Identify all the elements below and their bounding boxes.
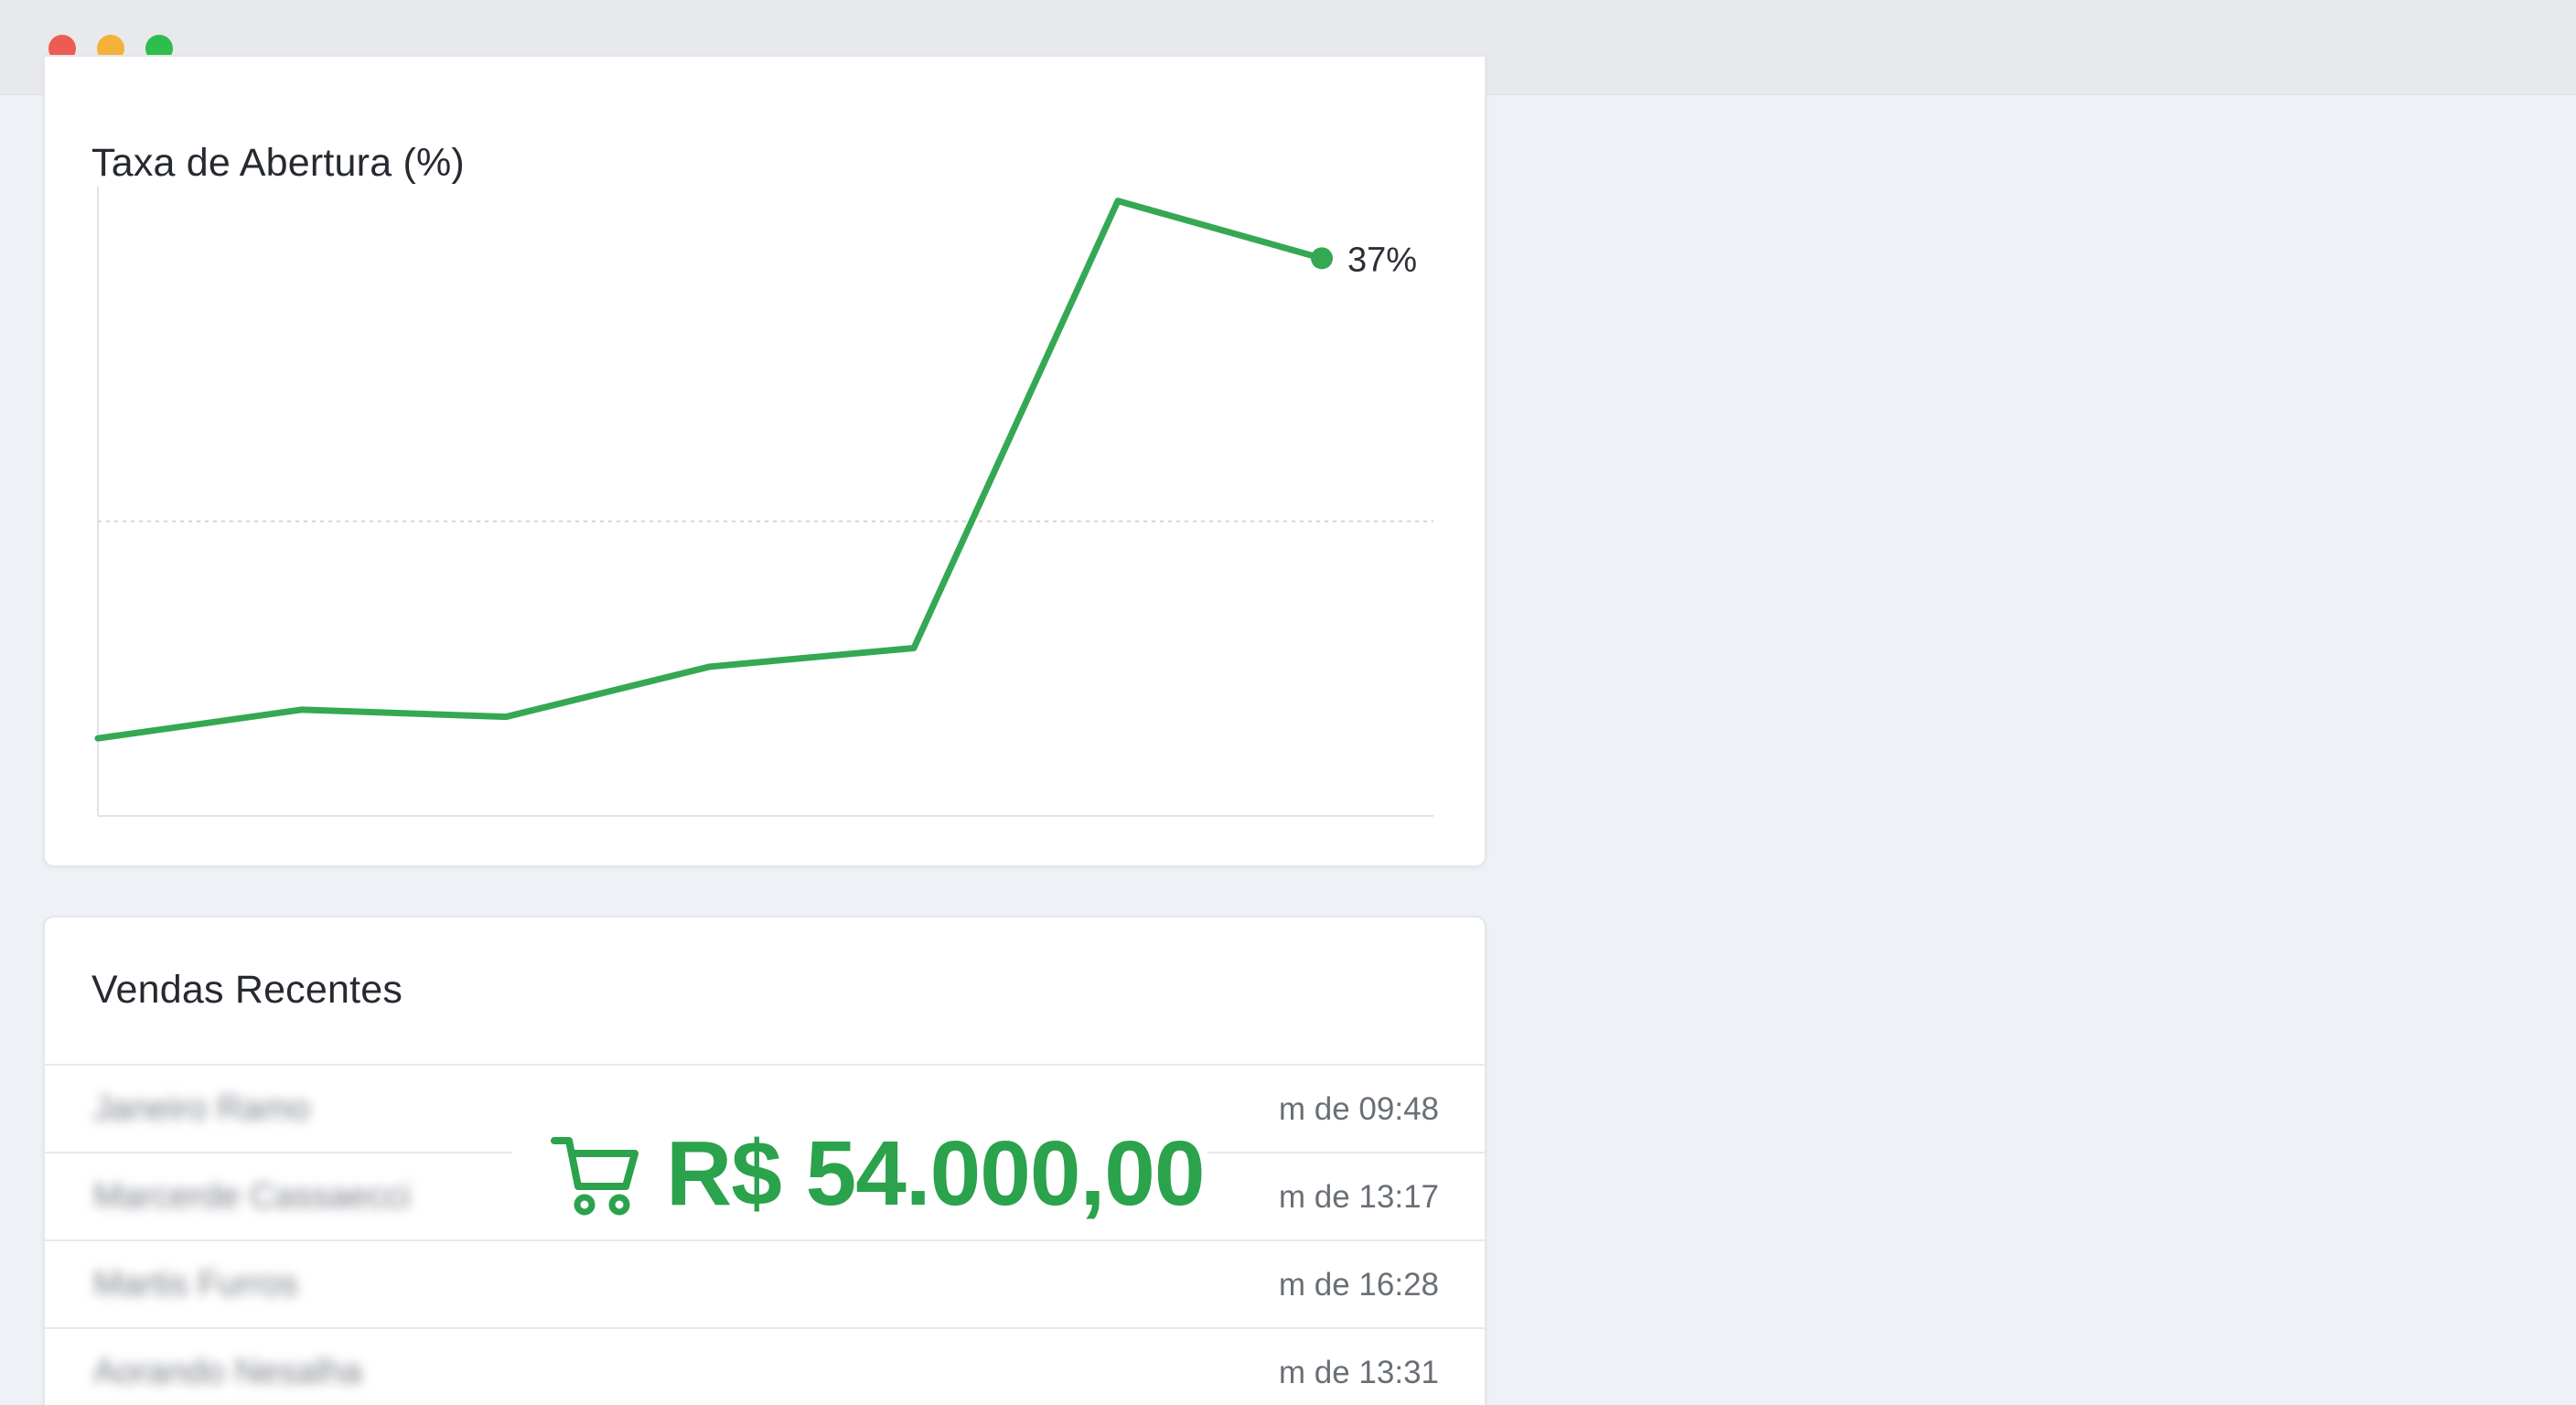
customer-name: Marcerde Cassaecci — [93, 1177, 411, 1216]
sale-time: m de 16:28 — [1278, 1267, 1439, 1303]
customer-name: Aorando Nesalha — [93, 1353, 362, 1391]
open-rate-series-line — [94, 198, 1326, 742]
open-rate-chart-card: Taxa de Abertura (%) 37% — [43, 55, 1487, 867]
last-data-point — [1311, 247, 1333, 270]
open-rate-line-chart: 37% — [94, 187, 1433, 817]
customer-name: Martis Furros — [93, 1265, 298, 1303]
sales-row[interactable]: Martis Furros m de 16:28 — [45, 1239, 1485, 1329]
sale-time: m de 13:31 — [1278, 1355, 1439, 1390]
sale-amount-overlay: R$ 54.000,00 — [549, 1116, 1205, 1231]
last-point-label: 37% — [1347, 241, 1417, 279]
sale-time: m de 09:48 — [1278, 1091, 1439, 1127]
sale-amount: R$ 54.000,00 — [666, 1121, 1205, 1225]
sale-time: m de 13:17 — [1278, 1179, 1439, 1215]
app-window: Taxa de Abertura (%) 37% Vendas Recentes… — [0, 0, 2576, 1405]
customer-name: Janeiro Ramo — [93, 1089, 310, 1128]
shopping-cart-icon — [551, 1137, 639, 1216]
sales-title: Vendas Recentes — [91, 968, 403, 1012]
sales-row[interactable]: Aorando Nesalha m de 13:31 — [45, 1327, 1485, 1405]
